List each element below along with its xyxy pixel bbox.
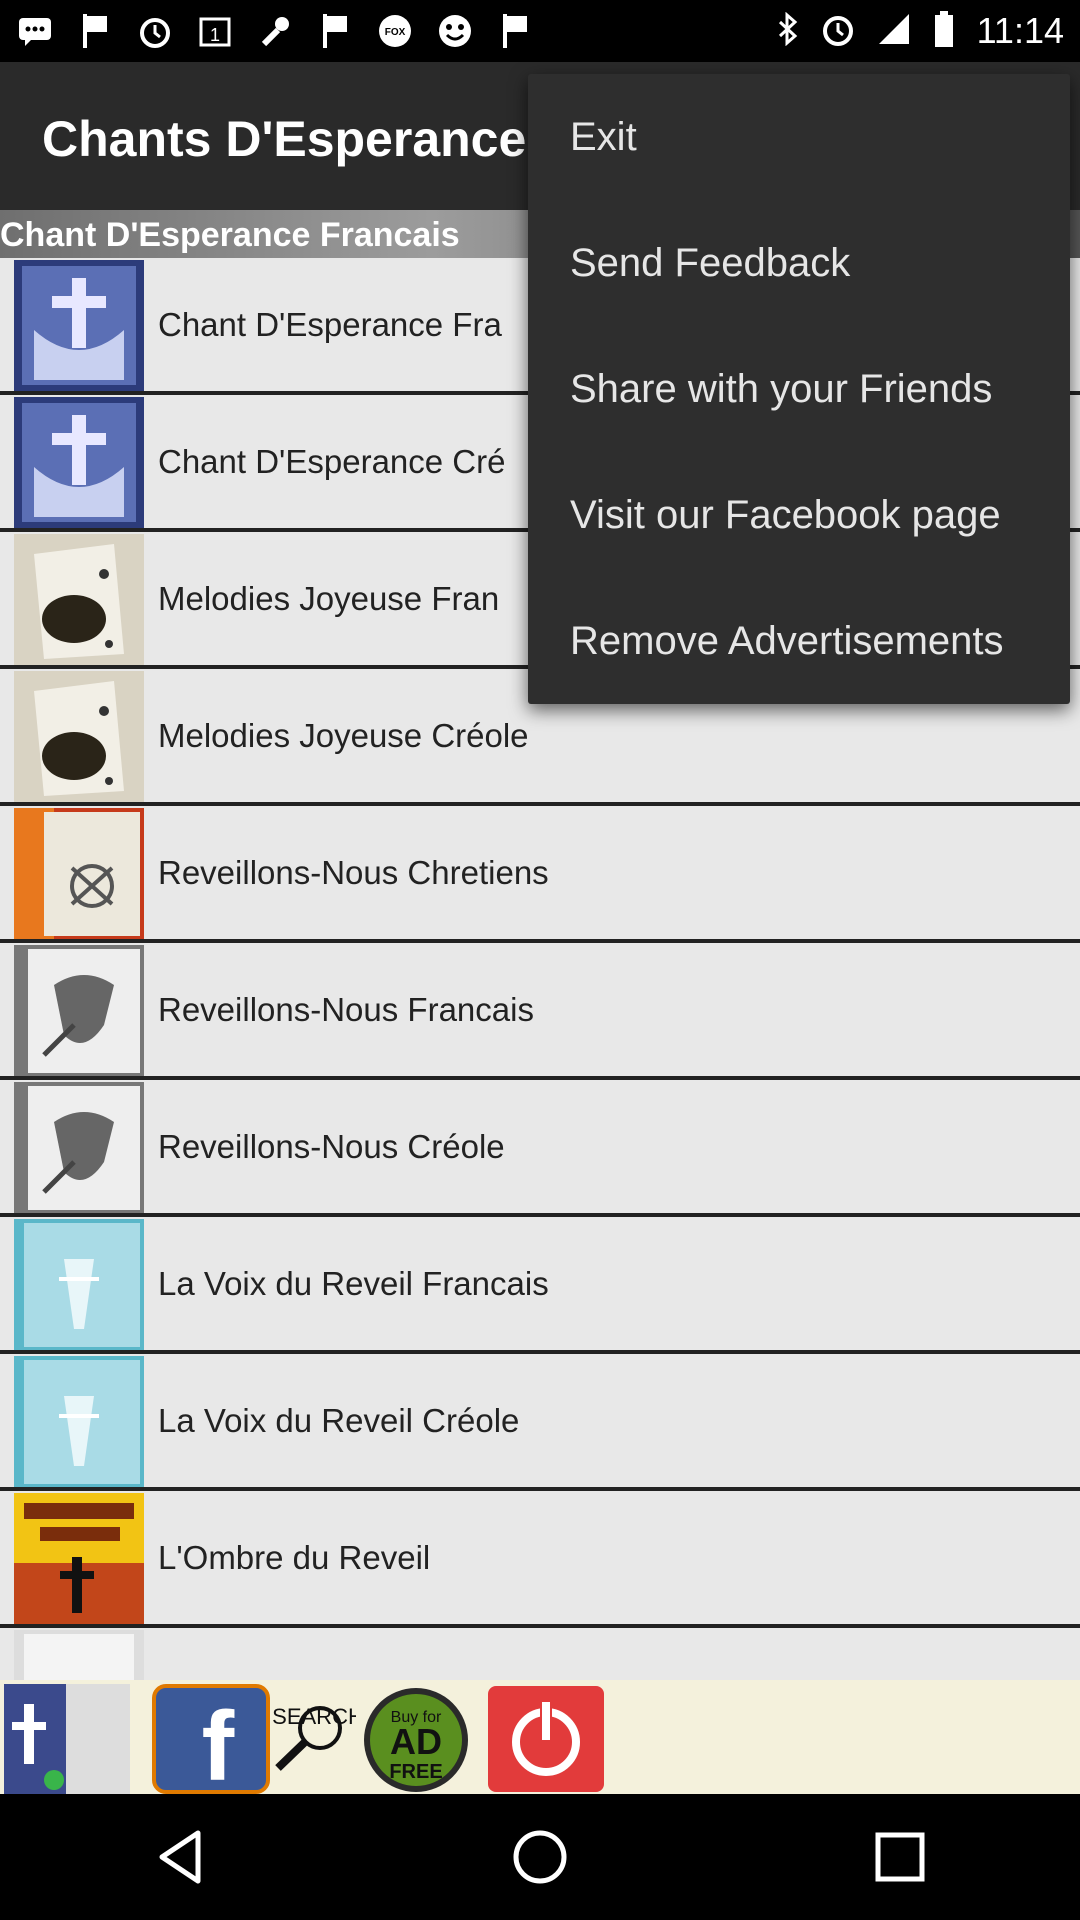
list-item[interactable]: L'Ombre du Reveil	[0, 1491, 1080, 1628]
section-title: Chant D'Esperance Francais	[0, 216, 460, 254]
bluetooth-icon	[777, 11, 799, 51]
calendar-icon: 1	[196, 12, 234, 50]
system-icons: 11:14	[777, 10, 1064, 52]
list-item-label: Chant D'Esperance Fra	[158, 306, 502, 343]
cross-book-thumbnail	[14, 260, 144, 391]
status-bar: 1 FOX 11:14	[0, 0, 1080, 62]
system-nav-bar	[0, 1794, 1080, 1920]
svg-text:1: 1	[210, 25, 220, 45]
flag-icon	[496, 12, 534, 50]
reveillons-nous-thumbnail	[14, 1082, 144, 1213]
app-title: Chants D'Esperance v	[42, 111, 568, 167]
list-item[interactable]: La Voix du Reveil Francais	[0, 1217, 1080, 1354]
voix-reveil-thumbnail	[14, 1356, 144, 1487]
cross-book-thumbnail	[14, 397, 144, 528]
alarm-icon	[821, 12, 855, 51]
bottom-toolbar: f SEARCH Buy for AD FREE	[0, 1680, 1080, 1794]
ombre-reveil-thumbnail	[14, 1493, 144, 1624]
svg-text:FOX: FOX	[385, 27, 406, 38]
menu-item-exit[interactable]: Exit	[528, 74, 1070, 200]
alarm-icon	[136, 12, 174, 50]
music-book-thumbnail	[14, 534, 144, 665]
notification-icons: 1 FOX	[16, 12, 534, 50]
messages-icon	[16, 12, 54, 50]
flag-icon	[76, 12, 114, 50]
menu-item-share[interactable]: Share with your Friends	[528, 326, 1070, 452]
list-item-label: La Voix du Reveil Francais	[158, 1265, 549, 1302]
ad-free-button[interactable]: Buy for AD FREE	[356, 1684, 476, 1794]
reveillons-chretiens-thumbnail	[14, 808, 144, 939]
search-button[interactable]: SEARCH	[272, 1684, 356, 1794]
chante-avec-thumbnail	[14, 1630, 144, 1680]
list-item-label: Melodies Joyeuse Créole	[158, 717, 529, 754]
list-item[interactable]: Reveillons-Nous Chretiens	[0, 806, 1080, 943]
list-item[interactable]: La Voix du Reveil Créole	[0, 1354, 1080, 1491]
list-item-label: Reveillons-Nous Chretiens	[158, 854, 549, 891]
list-item-label: Reveillons-Nous Créole	[158, 1128, 505, 1165]
overflow-menu: Exit Send Feedback Share with your Frien…	[528, 74, 1070, 704]
list-item[interactable]: Reveillons-Nous Créole	[0, 1080, 1080, 1217]
power-button[interactable]	[486, 1684, 606, 1794]
svg-text:f: f	[202, 1691, 235, 1794]
fox-sports-icon: FOX	[376, 12, 414, 50]
flag-icon	[316, 12, 354, 50]
list-item-label: Chant D'Esperance Cré	[158, 443, 506, 480]
menu-item-send-feedback[interactable]: Send Feedback	[528, 200, 1070, 326]
recents-icon[interactable]	[860, 1817, 940, 1897]
menu-item-remove-ads[interactable]: Remove Advertisements	[528, 578, 1070, 704]
list-item-label: La Voix du Reveil Créole	[158, 1402, 520, 1439]
battery-icon	[933, 10, 955, 52]
list-item[interactable]	[0, 1628, 1080, 1680]
list-item[interactable]: Reveillons-Nous Francais	[0, 943, 1080, 1080]
ad-free-text-3: FREE	[389, 1761, 442, 1783]
ad-free-text-2: AD	[390, 1721, 442, 1762]
music-book-thumbnail	[14, 671, 144, 802]
reveillons-nous-thumbnail	[14, 945, 144, 1076]
wrench-icon	[256, 12, 294, 50]
app-logo-button[interactable]	[4, 1684, 130, 1794]
home-icon[interactable]	[500, 1817, 580, 1897]
smiley-icon	[436, 12, 474, 50]
back-icon[interactable]	[140, 1817, 220, 1897]
signal-icon	[877, 12, 911, 51]
menu-item-facebook[interactable]: Visit our Facebook page	[528, 452, 1070, 578]
list-item-label: L'Ombre du Reveil	[158, 1539, 431, 1576]
facebook-button[interactable]: f	[152, 1684, 270, 1794]
list-item-label: Melodies Joyeuse Fran	[158, 580, 500, 617]
voix-reveil-thumbnail	[14, 1219, 144, 1350]
clock: 11:14	[976, 10, 1064, 51]
list-item-label: Reveillons-Nous Francais	[158, 991, 534, 1028]
